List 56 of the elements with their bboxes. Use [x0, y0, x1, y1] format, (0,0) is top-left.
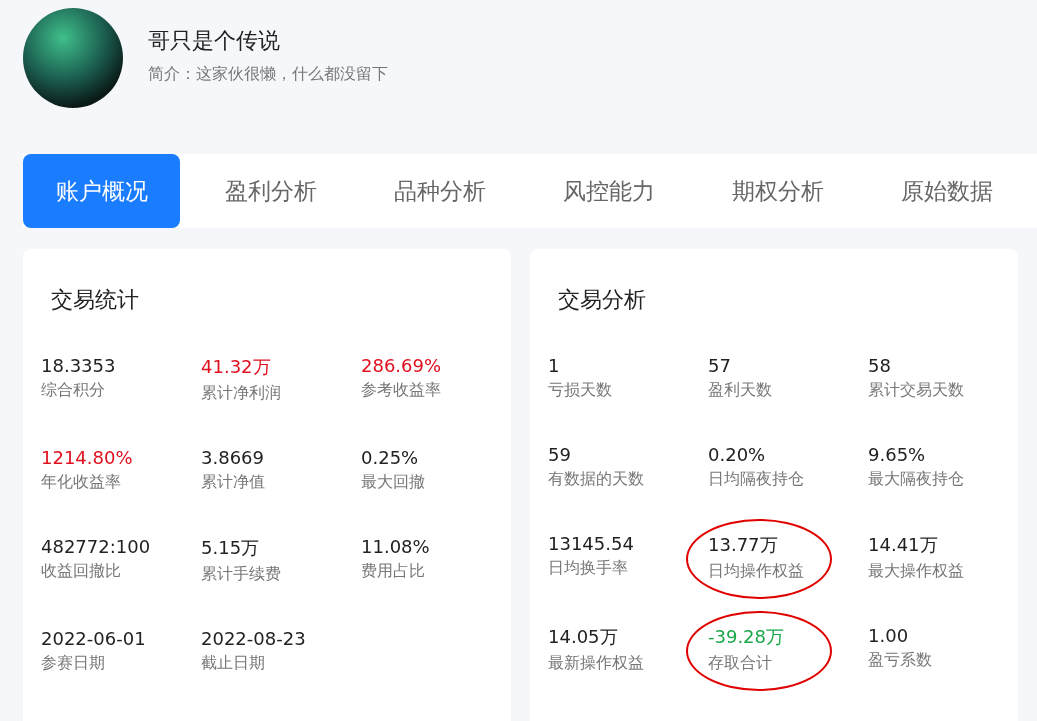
stat-value: 14.05万 [548, 625, 618, 649]
user-bio: 简介：这家伙很懒，什么都没留下 [148, 63, 388, 85]
stat-value: 286.69% [361, 355, 442, 376]
stat-label: 有数据的天数 [548, 469, 644, 490]
tab[interactable]: 原始数据 [868, 154, 1025, 228]
card-title: 交易分析 [558, 286, 647, 314]
tab[interactable]: 期权分析 [699, 154, 856, 228]
stat-label: 累计交易天数 [868, 380, 964, 401]
stat-label: 截止日期 [201, 653, 265, 674]
stat-label: 参考收益率 [361, 380, 441, 401]
stat-value: -39.28万 [708, 625, 785, 649]
stat-value: 11.08% [361, 536, 430, 557]
stat-value: 14.41万 [868, 533, 938, 557]
stat-value: 0.25% [361, 447, 419, 468]
stat-label: 年化收益率 [41, 472, 121, 493]
stat-label: 日均隔夜持仓 [708, 469, 804, 490]
stat-value: 2022-08-23 [201, 628, 306, 649]
stat-value: 5.15万 [201, 536, 260, 560]
stat-label: 盈利天数 [708, 380, 772, 401]
stat-value: 18.3353 [41, 355, 116, 376]
stat-label: 日均换手率 [548, 558, 628, 579]
stat-label: 最新操作权益 [548, 653, 644, 674]
stat-label: 累计净值 [201, 472, 265, 493]
stat-label: 盈亏系数 [868, 650, 932, 671]
tab[interactable]: 品种分析 [361, 154, 518, 228]
stat-label: 累计手续费 [201, 564, 281, 585]
stat-label: 亏损天数 [548, 380, 612, 401]
stat-value: 9.65% [868, 444, 926, 465]
stat-value: 1214.80% [41, 447, 133, 468]
stat-value: 41.32万 [201, 355, 271, 379]
stat-value: 0.20% [708, 444, 766, 465]
stat-value: 58 [868, 355, 891, 376]
stat-label: 累计净利润 [201, 383, 281, 404]
stat-label: 收益回撤比 [41, 561, 121, 582]
tab[interactable]: 账户概况 [23, 154, 180, 228]
stat-value: 13145.54 [548, 533, 634, 554]
stat-label: 日均操作权益 [708, 561, 804, 582]
stat-value: 482772:100 [41, 536, 151, 557]
stat-label: 存取合计 [708, 653, 772, 674]
stat-value: 1.00 [868, 625, 909, 646]
stat-value: 59 [548, 444, 571, 465]
stat-label: 综合积分 [41, 380, 105, 401]
tab[interactable]: 盈利分析 [192, 154, 349, 228]
stat-value: 57 [708, 355, 731, 376]
card-title: 交易统计 [51, 286, 140, 314]
user-name: 哥只是个传说 [148, 26, 281, 55]
tab[interactable]: 风控能力 [530, 154, 687, 228]
stat-value: 3.8669 [201, 447, 264, 468]
stat-label: 参赛日期 [41, 653, 105, 674]
stat-value: 13.77万 [708, 533, 778, 557]
stat-label: 费用占比 [361, 561, 425, 582]
stat-label: 最大隔夜持仓 [868, 469, 964, 490]
stat-label: 最大操作权益 [868, 561, 964, 582]
stat-value: 1 [548, 355, 560, 376]
stat-value: 2022-06-01 [41, 628, 146, 649]
stat-label: 最大回撤 [361, 472, 425, 493]
